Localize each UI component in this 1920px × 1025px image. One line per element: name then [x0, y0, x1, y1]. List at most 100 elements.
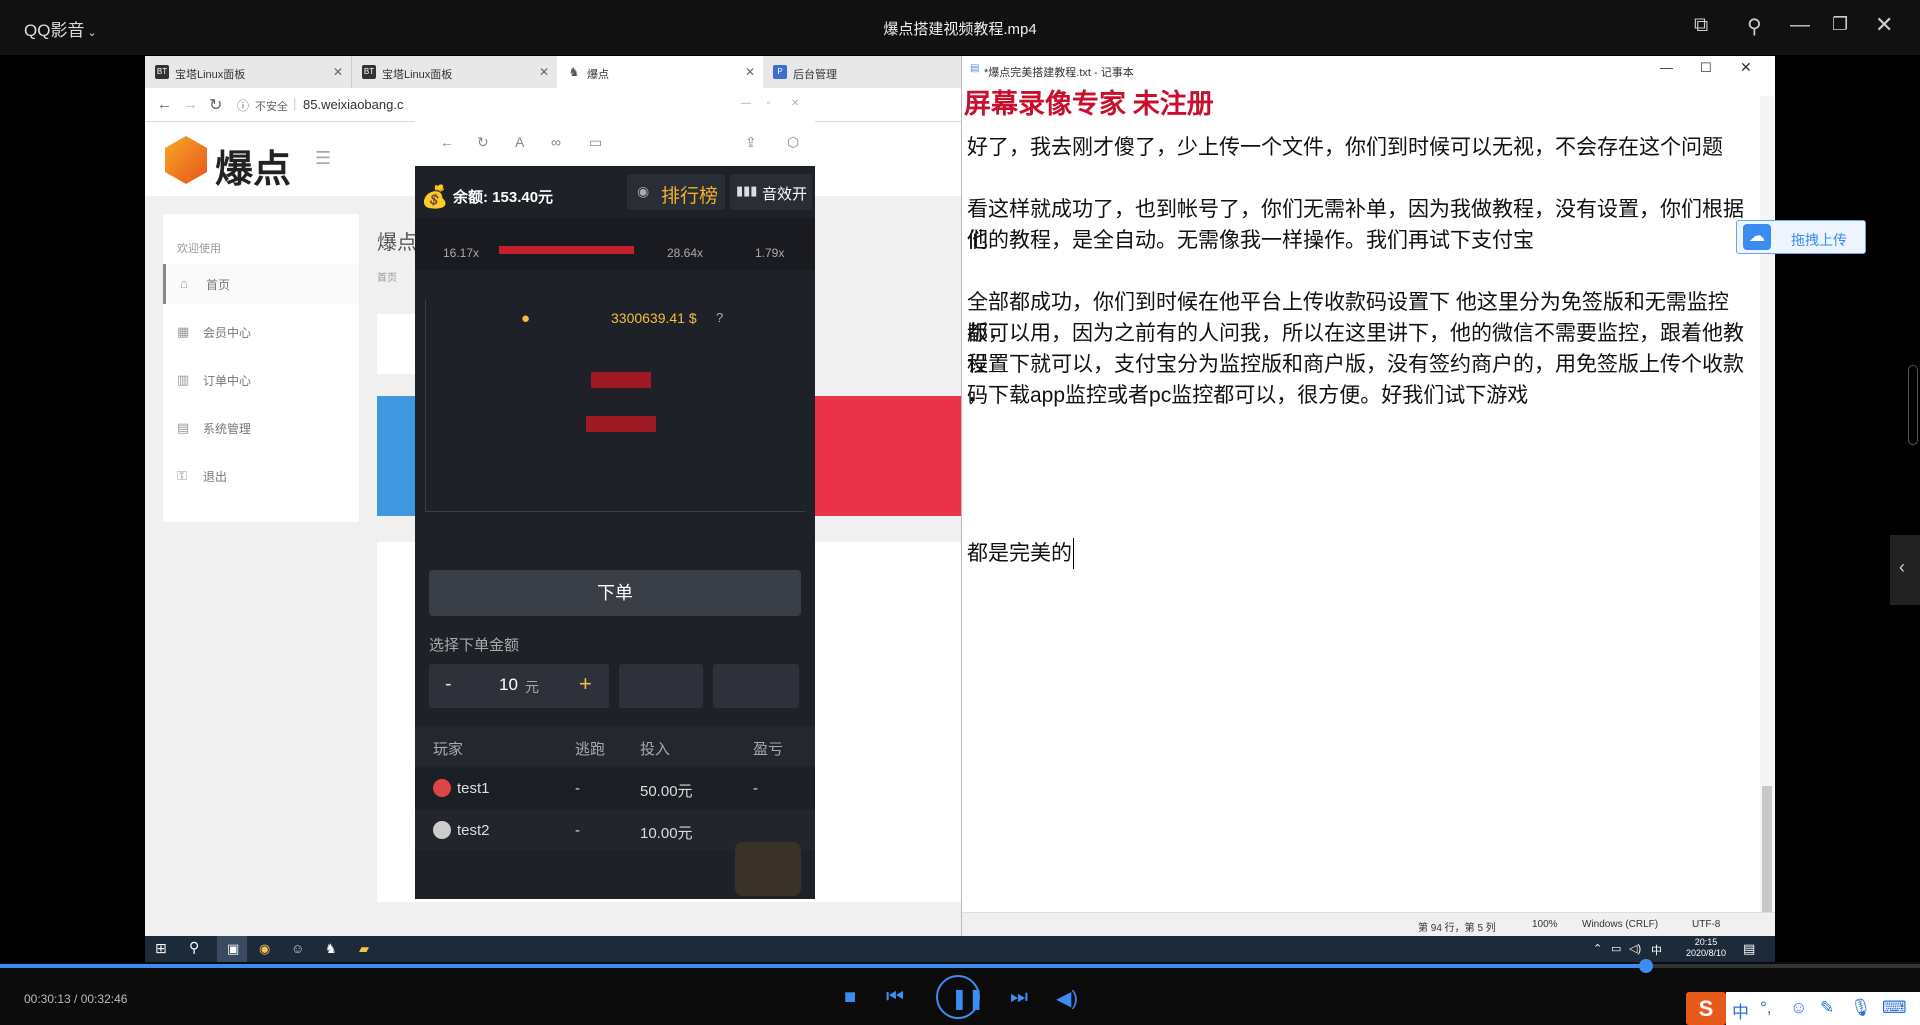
network-icon[interactable]: ▭: [1611, 942, 1621, 955]
close-tab-icon[interactable]: ✕: [539, 65, 549, 79]
windows-start-icon[interactable]: ⊞: [155, 940, 167, 957]
player-escape: -: [575, 822, 580, 839]
crash-result-label: [591, 372, 651, 388]
help-icon[interactable]: ?: [716, 310, 723, 325]
font-icon[interactable]: A: [515, 134, 524, 150]
max-amount-button[interactable]: [619, 664, 703, 708]
url-input[interactable]: [303, 94, 423, 114]
gameplay-intro-icon[interactable]: [735, 842, 801, 896]
side-panel-toggle[interactable]: ‹: [1890, 535, 1920, 605]
sogou-ime-icon[interactable]: S: [1686, 992, 1726, 1025]
minimize-icon[interactable]: —: [1660, 60, 1673, 75]
column-header-escape: 逃跑: [575, 741, 606, 758]
popup-close-icon[interactable]: ✕: [791, 98, 799, 109]
tabs-icon[interactable]: ▭: [589, 134, 602, 151]
seek-bar[interactable]: [0, 959, 1920, 973]
pause-button[interactable]: ❚❚: [936, 975, 985, 1019]
scrollbar-thumb[interactable]: [1762, 786, 1772, 916]
clock-date: 2020/8/10: [1685, 948, 1727, 958]
tab-label: 宝塔Linux面板: [175, 69, 246, 81]
player-escape: -: [575, 780, 580, 797]
sidebar-item-orders[interactable]: ▥ 订单中心: [163, 360, 359, 400]
minimize-icon[interactable]: —: [1790, 14, 1810, 37]
pen-icon[interactable]: ✎: [1820, 998, 1834, 1018]
crash-multiplier-label: [586, 416, 656, 432]
player-bet: 50.00元: [640, 783, 693, 800]
table-row: test1 - 50.00元 -: [415, 768, 815, 808]
decrease-button[interactable]: -: [445, 673, 452, 696]
punctuation-icon[interactable]: °,: [1760, 998, 1772, 1018]
notepad-text-area[interactable]: 好了，我去刚才傻了，少上传一个文件，你们到时候可以无视，不会存在这个问题 看这样…: [962, 132, 1752, 922]
game-app-icon[interactable]: ♞: [325, 941, 337, 957]
screenshot-icon[interactable]: ⧉: [1694, 14, 1708, 37]
popup-minimize-icon[interactable]: —: [741, 98, 751, 109]
menu-toggle-icon[interactable]: ☰: [315, 148, 331, 169]
volume-slider[interactable]: [1908, 365, 1918, 445]
link-icon[interactable]: ∞: [551, 134, 561, 150]
site-logo-text: 爆点: [215, 149, 292, 191]
tray-up-icon[interactable]: ⌃: [1593, 942, 1602, 955]
tab-admin[interactable]: P 后台管理: [763, 56, 961, 88]
ime-mode[interactable]: 中: [1732, 998, 1749, 1023]
refresh-icon[interactable]: ↻: [477, 134, 489, 151]
amount-stepper: - 10 元 +: [429, 664, 609, 708]
sound-label: 音效开: [762, 186, 808, 203]
back-arrow-icon[interactable]: ←: [440, 134, 454, 150]
reload-icon[interactable]: ↻: [209, 95, 222, 115]
close-icon[interactable]: ✕: [1875, 12, 1893, 38]
video-title: 爆点搭建视频教程.mp4: [883, 21, 1037, 38]
previous-icon[interactable]: ⏮: [886, 986, 904, 1009]
restore-icon[interactable]: ❐: [1832, 14, 1848, 35]
stat-card-red: [815, 396, 961, 516]
close-icon[interactable]: ✕: [1740, 59, 1752, 76]
drag-upload-button[interactable]: ☁ 拖拽上传: [1736, 220, 1866, 254]
search-icon[interactable]: ⚲: [189, 939, 199, 956]
tab-baodian[interactable]: ♞ 爆点 ✕: [557, 56, 763, 88]
amount-unit: 元: [525, 679, 539, 695]
pin-icon[interactable]: ⚲: [1747, 14, 1762, 39]
balance-value: 153.40元: [492, 189, 554, 206]
sidebar-item-logout[interactable]: ⚿ 退出: [163, 456, 359, 496]
home-icon: ⌂: [180, 276, 188, 291]
folder-icon[interactable]: ▰: [359, 941, 369, 957]
keyboard-icon[interactable]: ⌨: [1882, 998, 1907, 1018]
mic-icon[interactable]: 🎙: [1850, 998, 1872, 1018]
notification-icon[interactable]: ▤: [1743, 941, 1755, 957]
seek-handle[interactable]: [1639, 959, 1654, 973]
increase-button[interactable]: +: [579, 671, 592, 697]
player-control-bar: 00:30:13 / 00:32:46 ■ ⏮ ❚❚ ⏭ ◀) S 中 °, ☺…: [0, 959, 1920, 1025]
ime-toolbar: 中 °, ☺ ✎ 🎙 ⌨: [1726, 992, 1920, 1025]
wechat-icon[interactable]: ☺: [291, 941, 304, 956]
min-amount-button[interactable]: [713, 664, 799, 708]
next-icon[interactable]: ⏭: [1010, 986, 1028, 1009]
sound-toggle-button[interactable]: ▮▮▮ 音效开: [730, 174, 812, 210]
close-tab-icon[interactable]: ✕: [745, 65, 755, 79]
tab-bt-panel-1[interactable]: BT 宝塔Linux面板 ✕: [145, 56, 351, 88]
close-tab-icon[interactable]: ✕: [333, 65, 343, 79]
volume-icon[interactable]: ◀): [1056, 986, 1078, 1011]
sidebar-item-system[interactable]: ▤ 系统管理: [163, 408, 359, 448]
tab-bt-panel-2[interactable]: BT 宝塔Linux面板 ✕: [351, 56, 557, 88]
sidebar-item-members[interactable]: ▦ 会员中心: [163, 312, 359, 352]
taskbar-clock[interactable]: 20:15 2020/8/10: [1681, 937, 1731, 959]
emoji-icon[interactable]: ☺: [1790, 998, 1807, 1018]
forward-arrow-icon[interactable]: →: [183, 96, 198, 113]
maximize-icon[interactable]: ☐: [1700, 60, 1712, 76]
cube-icon[interactable]: ⬡: [787, 134, 799, 151]
player-profit: -: [753, 780, 758, 797]
share-icon[interactable]: ⇪: [745, 134, 757, 151]
history-redacted-bar: [499, 246, 634, 254]
amount-value[interactable]: 10: [499, 675, 518, 695]
player-brand-menu[interactable]: QQ影音 ⌄: [24, 16, 97, 41]
leaderboard-button[interactable]: ◉ 排行榜: [627, 174, 725, 210]
stop-icon[interactable]: ■: [844, 986, 856, 1009]
back-arrow-icon[interactable]: ←: [157, 96, 172, 113]
popup-restore-icon[interactable]: ▫: [767, 98, 771, 109]
sidebar-item-label: 系统管理: [203, 422, 252, 436]
sidebar-item-home[interactable]: ⌂ 首页: [163, 264, 359, 304]
place-order-button[interactable]: 下单: [429, 570, 801, 616]
ime-indicator[interactable]: 中: [1651, 942, 1662, 958]
site-logo-icon: [165, 136, 207, 184]
volume-icon[interactable]: ◁): [1629, 942, 1641, 955]
chrome-icon[interactable]: ◉: [259, 941, 270, 957]
